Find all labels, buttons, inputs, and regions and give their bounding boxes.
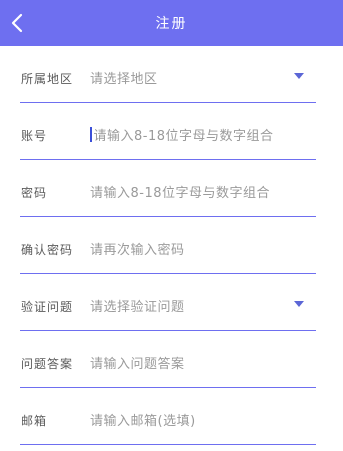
answer-label: 问题答案 <box>21 357 74 371</box>
password-placeholder: 请输入8-18位字母与数字组合 <box>90 185 271 201</box>
email-label: 邮箱 <box>21 414 48 428</box>
chevron-left-icon <box>11 13 23 33</box>
confirm-password-label: 确认密码 <box>21 243 74 257</box>
text-cursor <box>90 126 92 142</box>
divider <box>20 444 316 445</box>
account-row: 账号 请输入8-18位字母与数字组合 <box>0 103 343 160</box>
header-bar: 注册 <box>0 0 343 46</box>
email-row: 邮箱 请输入邮箱(选填) <box>0 388 343 445</box>
password-row: 密码 请输入8-18位字母与数字组合 <box>0 160 343 217</box>
register-screen: 注册 所属地区 请选择地区 账号 请输入8-18位字母与数字组合 密码 请输入8… <box>0 0 343 451</box>
page-title: 注册 <box>155 16 188 32</box>
region-placeholder: 请选择地区 <box>90 71 158 87</box>
registration-form: 所属地区 请选择地区 账号 请输入8-18位字母与数字组合 密码 请输入8-18… <box>0 46 343 445</box>
security-question-row: 验证问题 请选择验证问题 <box>0 274 343 331</box>
confirm-password-placeholder: 请再次输入密码 <box>90 242 185 258</box>
chevron-down-icon[interactable] <box>294 301 304 307</box>
region-row: 所属地区 请选择地区 <box>0 46 343 103</box>
password-input[interactable]: 请输入8-18位字母与数字组合 <box>90 180 290 202</box>
confirm-password-input[interactable]: 请再次输入密码 <box>90 237 290 259</box>
confirm-password-row: 确认密码 请再次输入密码 <box>0 217 343 274</box>
security-question-placeholder: 请选择验证问题 <box>90 299 185 315</box>
region-label: 所属地区 <box>21 72 74 86</box>
chevron-down-icon[interactable] <box>294 73 304 79</box>
account-placeholder: 请输入8-18位字母与数字组合 <box>93 128 274 144</box>
account-label: 账号 <box>21 129 48 143</box>
password-label: 密码 <box>21 186 48 200</box>
security-question-label: 验证问题 <box>21 300 74 314</box>
email-input[interactable]: 请输入邮箱(选填) <box>90 408 290 430</box>
security-question-select[interactable]: 请选择验证问题 <box>90 294 290 316</box>
account-input[interactable]: 请输入8-18位字母与数字组合 <box>90 123 290 145</box>
answer-input[interactable]: 请输入问题答案 <box>90 351 290 373</box>
region-select[interactable]: 请选择地区 <box>90 66 290 88</box>
email-placeholder: 请输入邮箱(选填) <box>90 413 196 429</box>
back-button[interactable] <box>2 8 32 38</box>
answer-row: 问题答案 请输入问题答案 <box>0 331 343 388</box>
answer-placeholder: 请输入问题答案 <box>90 356 185 372</box>
